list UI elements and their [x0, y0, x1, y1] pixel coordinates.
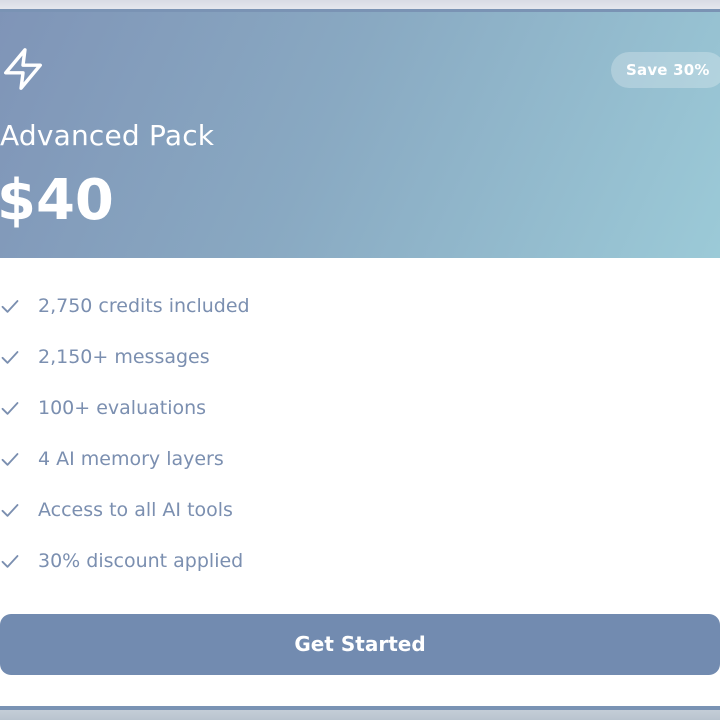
- pricing-card: Save 30% Advanced Pack $40 2,750 credits…: [0, 9, 720, 710]
- check-icon: [1, 402, 19, 415]
- feature-label: 100+ evaluations: [38, 397, 207, 419]
- check-icon: [1, 504, 19, 517]
- get-started-button[interactable]: Get Started: [0, 614, 720, 675]
- feature-label: 4 AI memory layers: [38, 448, 224, 470]
- feature-label: 2,150+ messages: [38, 346, 210, 368]
- feature-list: 2,750 credits included 2,150+ messages 1…: [0, 282, 720, 588]
- discount-badge: Save 30%: [611, 52, 720, 88]
- check-icon: [1, 351, 19, 364]
- plan-price: $40: [0, 168, 114, 233]
- check-icon: [1, 300, 19, 313]
- pricing-card-header: Save 30% Advanced Pack $40: [0, 12, 720, 258]
- feature-item: 2,750 credits included: [0, 282, 720, 333]
- check-icon: [1, 555, 19, 568]
- plan-title: Advanced Pack: [0, 119, 215, 152]
- feature-item: 4 AI memory layers: [0, 435, 720, 486]
- feature-label: Access to all AI tools: [38, 499, 233, 521]
- feature-label: 30% discount applied: [38, 550, 244, 572]
- lightning-bolt-icon: [4, 48, 42, 90]
- feature-item: Access to all AI tools: [0, 486, 720, 537]
- check-icon: [1, 453, 19, 466]
- feature-item: 100+ evaluations: [0, 384, 720, 435]
- feature-label: 2,750 credits included: [38, 295, 250, 317]
- feature-item: 30% discount applied: [0, 537, 720, 588]
- feature-item: 2,150+ messages: [0, 333, 720, 384]
